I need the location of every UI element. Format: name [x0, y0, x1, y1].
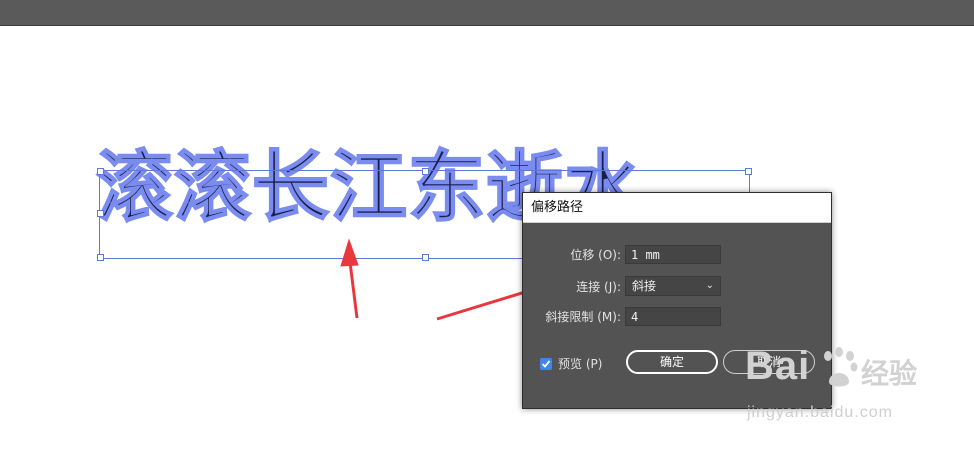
miter-limit-input[interactable]: 4: [625, 307, 721, 326]
preview-checkbox[interactable]: [540, 357, 552, 370]
chevron-down-icon: ⌄: [705, 280, 714, 291]
baidu-watermark: Bai 经验 jingyan.baidu.com: [745, 344, 965, 434]
preview-label: 预览 (P): [558, 357, 603, 371]
ok-button[interactable]: 确定: [626, 350, 718, 374]
watermark-url: jingyan.baidu.com: [747, 404, 893, 421]
offset-label: 位移 (O):: [570, 248, 621, 262]
paw-icon: [824, 347, 858, 387]
annotation-arrow-text: [348, 261, 359, 319]
offset-input[interactable]: 1 mm: [625, 245, 721, 264]
dialog-title[interactable]: 偏移路径: [523, 193, 831, 223]
join-select[interactable]: 斜接 ⌄: [625, 276, 721, 296]
miter-limit-label: 斜接限制 (M):: [545, 310, 621, 324]
checkmark-icon: [541, 359, 551, 368]
watermark-brand: Bai: [745, 344, 811, 388]
watermark-brand-cn: 经验: [861, 357, 918, 390]
join-select-value: 斜接: [632, 279, 657, 293]
join-label: 连接 (J):: [576, 279, 621, 294]
annotation-arrowhead-text: [340, 238, 359, 267]
